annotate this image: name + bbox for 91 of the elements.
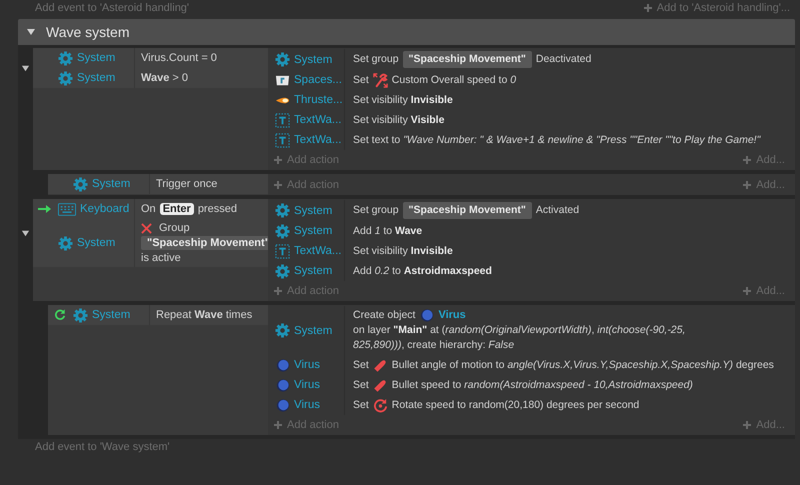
- object-name: TextWa...: [294, 114, 342, 126]
- action-text: Set visibility Visible: [353, 112, 444, 128]
- condition-text: Group: [159, 222, 190, 234]
- action-text: Bullet speed to random(Astroidmaxspeed - 10,Astroidmaxspeed): [392, 378, 693, 392]
- group-header[interactable]: Wave system: [18, 19, 795, 45]
- object-name: System: [294, 265, 332, 277]
- object-name: System: [92, 178, 130, 190]
- action-text: Set group: [353, 52, 399, 67]
- object-name: System: [294, 54, 332, 66]
- collapse-arrow-icon[interactable]: [21, 64, 30, 72]
- group-name-tag: "Spaceship Movement": [402, 202, 532, 219]
- plus-icon: [743, 287, 752, 295]
- action-text: Activated: [536, 203, 580, 218]
- blob-icon: [275, 358, 290, 372]
- plus-icon: [743, 156, 752, 164]
- object-name: Spaces...: [294, 74, 342, 86]
- wrench-icon: [372, 72, 388, 88]
- bullet-icon: [372, 358, 388, 372]
- text-object-icon: [275, 244, 290, 258]
- action-text: Set group: [353, 203, 399, 218]
- gear-icon: [275, 323, 290, 338]
- object-name: Virus: [294, 399, 320, 411]
- blob-icon: [275, 398, 290, 412]
- collapse-arrow-icon[interactable]: [21, 228, 30, 238]
- action-text: Deactivated: [536, 52, 592, 67]
- blob-icon: [275, 378, 290, 392]
- gear-icon: [73, 308, 88, 322]
- action-text: Set text to "Wave Number: " & Wave+1 & newline & "Press ""Enter ""to Play the Game!": [353, 132, 760, 148]
- action-text: Set: [353, 398, 369, 412]
- add-to-group-button[interactable]: Add to 'Asteroid handling'...: [644, 2, 790, 14]
- condition-text: Wave > 0: [141, 72, 188, 84]
- group-name-tag: "Spaceship Movement": [402, 51, 532, 68]
- condition-text: Virus.Count = 0: [141, 52, 217, 64]
- action-text: Create object: [353, 308, 416, 323]
- collapse-arrow-icon[interactable]: [26, 27, 36, 37]
- object-name: System: [77, 52, 116, 64]
- object-name: Virus: [438, 308, 466, 323]
- text-object-icon: [275, 132, 290, 148]
- action-text: on layer "Main" at (random(OriginalViewportWidth), int(choose(-90,-25,: [353, 323, 686, 338]
- object-name: Virus: [294, 379, 320, 391]
- object-name: System: [92, 309, 130, 321]
- object-name: Thruste...: [294, 94, 343, 106]
- plus-icon: [274, 287, 282, 295]
- gear-icon: [275, 203, 290, 218]
- plus-icon: [274, 421, 282, 429]
- condition-text: pressed: [198, 203, 237, 215]
- plus-icon: [274, 181, 282, 189]
- object-name: Virus: [294, 359, 320, 371]
- condition-text: On: [141, 203, 156, 215]
- object-name: System: [294, 204, 332, 216]
- object-name: System: [77, 72, 116, 84]
- text-object-icon: [275, 112, 290, 128]
- action-text: Add 1 to Wave: [353, 224, 422, 238]
- gear-icon: [275, 224, 290, 238]
- blob-icon: [419, 308, 434, 323]
- rotate-icon: [372, 398, 388, 412]
- key-tag: Enter: [160, 203, 194, 215]
- object-name: System: [294, 225, 332, 237]
- action-text: Set: [353, 358, 369, 372]
- keyboard-icon: [58, 202, 76, 216]
- object-name: Keyboard: [80, 203, 130, 215]
- action-text: Set visibility Invisible: [353, 244, 453, 258]
- object-name: System: [294, 324, 332, 336]
- action-text: Set visibility Invisible: [353, 92, 453, 108]
- condition-text: is active: [141, 252, 181, 264]
- plus-icon: [743, 181, 752, 189]
- plus-icon: [644, 4, 652, 12]
- plus-icon: [274, 156, 282, 164]
- group-title: Wave system: [46, 24, 130, 40]
- action-text: Add 0.2 to Astroidmaxspeed: [353, 264, 492, 278]
- gear-icon: [275, 52, 290, 67]
- add-event-link[interactable]: Add event to 'Wave system': [35, 440, 170, 452]
- object-name: TextWa...: [294, 245, 342, 257]
- condition-text: Repeat Wave times: [156, 309, 252, 321]
- action-text: 825,890))), create hierarchy: False: [353, 338, 514, 353]
- gear-icon: [58, 50, 73, 66]
- action-text: Custom Overall speed to 0: [392, 72, 516, 88]
- action-text: Set: [353, 378, 369, 392]
- gear-icon: [275, 264, 290, 278]
- add-event-link[interactable]: Add event to 'Asteroid handling': [35, 2, 190, 14]
- condition-text: Trigger once: [156, 178, 218, 190]
- gear-icon: [58, 70, 73, 86]
- gear-icon: [58, 236, 73, 250]
- action-text: Rotate speed to random(20,180) degrees per second: [392, 398, 640, 412]
- bullet-icon: [372, 378, 388, 392]
- object-name: TextWa...: [294, 134, 342, 146]
- action-text: Set: [353, 72, 369, 88]
- action-text: Bullet angle of motion to angle(Virus.X,Virus.Y,Spaceship.X,Spaceship.Y) degrees: [392, 358, 774, 372]
- object-name: System: [77, 237, 116, 249]
- gear-icon: [73, 176, 88, 192]
- plus-icon: [743, 421, 752, 429]
